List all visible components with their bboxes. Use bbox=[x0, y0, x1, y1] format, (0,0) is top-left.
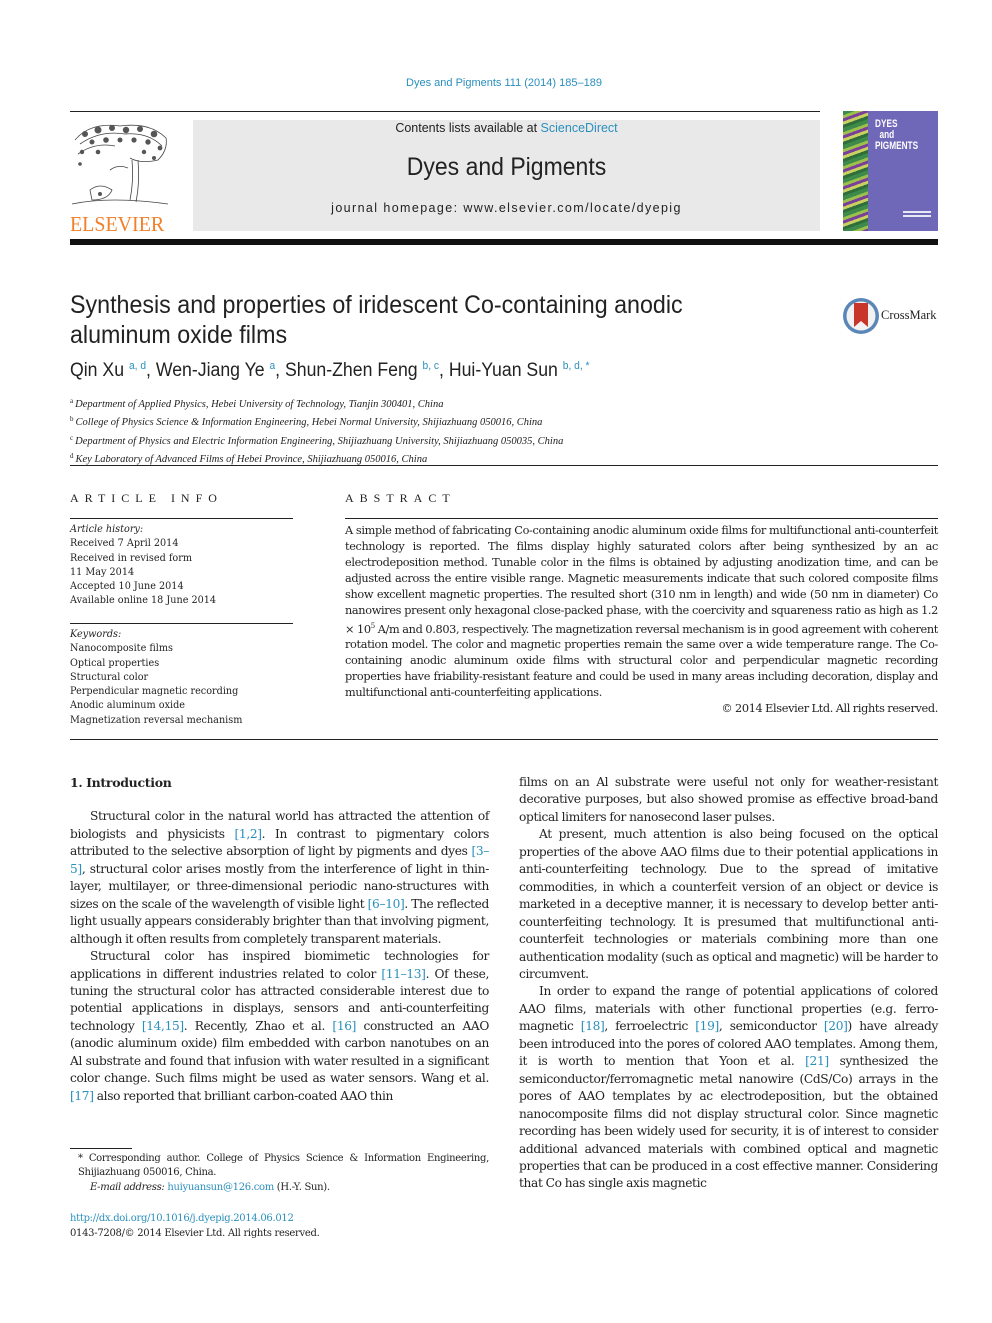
keyword-item: Anodic aluminum oxide bbox=[70, 699, 186, 712]
paragraph-text: At present, much attention is also being… bbox=[519, 827, 938, 981]
history-item: Available online 18 June 2014 bbox=[70, 594, 217, 607]
affiliation-rule bbox=[70, 465, 938, 466]
abstract-text: A simple method of fabricating Co-contai… bbox=[345, 524, 938, 700]
email-line: E-mail address: huiyuansun@126.com (H.-Y… bbox=[70, 1181, 489, 1195]
author-affil-marks[interactable]: b, d, * bbox=[563, 360, 590, 372]
article-info-rule bbox=[70, 518, 293, 519]
history-item: Accepted 10 June 2014 bbox=[70, 580, 184, 593]
email-label: E-mail address: bbox=[90, 1181, 168, 1193]
section-heading: 1. Introduction bbox=[70, 775, 172, 790]
abstract-bottom-rule bbox=[70, 739, 938, 740]
elsevier-wordmark: ELSEVIER bbox=[70, 212, 165, 236]
cover-publisher-mark bbox=[903, 211, 931, 221]
sciencedirect-link[interactable]: ScienceDirect bbox=[541, 121, 618, 135]
paragraph-text: synthesized the semiconductor/ferromagne… bbox=[519, 1054, 938, 1191]
body-column-right: films on an Al substrate were useful not… bbox=[519, 774, 938, 1193]
keywords-rule bbox=[70, 623, 293, 624]
journal-citation-link[interactable]: Dyes and Pigments 111 (2014) 185–189 bbox=[0, 77, 992, 89]
author-affil-marks[interactable]: a bbox=[269, 360, 275, 372]
keywords-label: Keywords: bbox=[70, 628, 122, 640]
keyword-item: Optical properties bbox=[70, 656, 160, 669]
journal-masthead: Contents lists available at ScienceDirec… bbox=[193, 120, 820, 231]
email-suffix: (H.-Y. Sun). bbox=[273, 1181, 330, 1193]
body-column-left: 1. Introduction Structural color in the … bbox=[70, 774, 489, 1105]
keyword-item: Nanocomposite films bbox=[70, 642, 174, 655]
citation-link[interactable]: [11–13] bbox=[381, 967, 426, 981]
header-rule bbox=[70, 111, 820, 112]
doi-link[interactable]: http://dx.doi.org/10.1016/j.dyepig.2014.… bbox=[70, 1211, 319, 1226]
keyword-item: Structural color bbox=[70, 670, 149, 683]
citation-link[interactable]: [14,15] bbox=[142, 1019, 184, 1033]
crossmark-icon bbox=[843, 298, 879, 334]
article-history-label: Article history: bbox=[70, 523, 144, 535]
citation-link[interactable]: [21] bbox=[805, 1054, 829, 1068]
article-info-heading: ARTICLE INFO bbox=[70, 491, 223, 505]
author-name[interactable]: Wen-Jiang Ye bbox=[156, 360, 265, 381]
paragraph-text: , semiconductor bbox=[718, 1019, 824, 1034]
citation-link[interactable]: [6–10] bbox=[368, 897, 405, 911]
author-affil-marks[interactable]: b, c bbox=[423, 360, 439, 372]
paragraph-text: . Recently, Zhao et al. bbox=[183, 1018, 333, 1033]
paragraph: films on an Al substrate were useful not… bbox=[519, 774, 938, 826]
abstract-heading: ABSTRACT bbox=[345, 491, 456, 505]
author-name[interactable]: Hui-Yuan Sun bbox=[449, 360, 558, 381]
footnote-rule bbox=[70, 1148, 132, 1149]
paragraph-text: films on an Al substrate were useful not… bbox=[519, 775, 938, 824]
citation-link[interactable]: [1,2] bbox=[235, 827, 263, 841]
header-thick-rule bbox=[70, 239, 938, 245]
corresponding-author-text: * Corresponding author. College of Physi… bbox=[78, 1153, 489, 1179]
paragraph-text: also reported that brilliant carbon-coat… bbox=[93, 1088, 394, 1103]
author-list: Qin Xu a, d, Wen-Jiang Ye a, Shun-Zhen F… bbox=[70, 360, 590, 381]
paragraph-text: , ferroelectric bbox=[604, 1019, 696, 1034]
citation-link[interactable]: [16] bbox=[332, 1019, 356, 1033]
paragraph: Structural color in the natural world ha… bbox=[70, 808, 489, 948]
keywords: Keywords: Nanocomposite films Optical pr… bbox=[70, 627, 242, 727]
journal-title: Dyes and Pigments bbox=[406, 153, 607, 181]
abstract-rule bbox=[345, 518, 938, 519]
keyword-item: Magnetization reversal mechanism bbox=[70, 713, 243, 726]
affiliation-item: c Department of Physics and Electric Info… bbox=[70, 433, 564, 447]
history-item: Received in revised form bbox=[70, 551, 193, 564]
paragraph: At present, much attention is also being… bbox=[519, 826, 938, 983]
affiliation-list: a Department of Applied Physics, Hebei Un… bbox=[70, 394, 563, 467]
author-name[interactable]: Qin Xu bbox=[70, 360, 124, 381]
citation-link[interactable]: [18] bbox=[581, 1019, 605, 1033]
paragraph: In order to expand the range of potentia… bbox=[519, 983, 938, 1192]
abstract-body: A simple method of fabricating Co-contai… bbox=[345, 523, 938, 717]
issn-copyright: 0143-7208/© 2014 Elsevier Ltd. All right… bbox=[70, 1228, 320, 1239]
article-title: Synthesis and properties of iridescent C… bbox=[70, 291, 683, 349]
crossmark-badge[interactable]: CrossMark bbox=[842, 297, 942, 335]
citation-link[interactable]: [19] bbox=[695, 1019, 719, 1033]
affiliation-item: a Department of Applied Physics, Hebei Un… bbox=[70, 397, 444, 410]
author-affil-marks[interactable]: a, d bbox=[129, 360, 146, 372]
history-item: 11 May 2014 bbox=[70, 565, 135, 578]
paragraph: Structural color has inspired biomimetic… bbox=[70, 948, 489, 1105]
citation-link[interactable]: [20] bbox=[824, 1019, 848, 1033]
affiliation-item: b College of Physics Science & Informatio… bbox=[70, 415, 543, 429]
email-link[interactable]: huiyuansun@126.com bbox=[167, 1182, 274, 1193]
doi-block: http://dx.doi.org/10.1016/j.dyepig.2014.… bbox=[70, 1211, 320, 1241]
corresponding-author-footnote: * Corresponding author. College of Physi… bbox=[70, 1152, 489, 1195]
crossmark-label: CrossMark bbox=[881, 308, 937, 322]
journal-homepage[interactable]: journal homepage: www.elsevier.com/locat… bbox=[193, 201, 820, 215]
elsevier-logo[interactable]: ELSEVIER bbox=[70, 120, 172, 236]
contents-prefix: Contents lists available at bbox=[395, 121, 541, 135]
article-history: Article history: Received 7 April 2014 R… bbox=[70, 522, 216, 608]
cover-title: DYES and PIGMENTS bbox=[875, 118, 919, 152]
journal-cover-image[interactable]: DYES and PIGMENTS bbox=[843, 111, 938, 231]
citation-link[interactable]: [17] bbox=[70, 1089, 94, 1103]
cover-art-strip bbox=[843, 111, 868, 231]
contents-line: Contents lists available at ScienceDirec… bbox=[193, 121, 820, 135]
history-item: Received 7 April 2014 bbox=[70, 537, 179, 550]
author-name[interactable]: Shun-Zhen Feng bbox=[285, 360, 418, 381]
elsevier-tree-icon bbox=[71, 124, 169, 205]
abstract-copyright: © 2014 Elsevier Ltd. All rights reserved… bbox=[721, 702, 938, 716]
keyword-item: Perpendicular magnetic recording bbox=[70, 685, 239, 698]
